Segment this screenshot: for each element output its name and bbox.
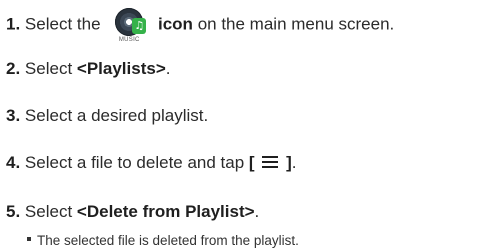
- step-text: Select a desired playlist.: [24, 106, 209, 125]
- step-1: 1. Select the ♫ MUSIC icon on the main m…: [6, 7, 394, 43]
- step-number: 5.: [6, 202, 21, 221]
- bullet-icon: [27, 237, 31, 242]
- step-number: 2.: [6, 59, 21, 78]
- music-icon-caption: MUSIC: [118, 37, 140, 43]
- step-number: 3.: [6, 106, 21, 125]
- step-text-after: .: [254, 202, 260, 221]
- step-text-after: .: [165, 59, 171, 78]
- step-4: 4. Select a file to delete and tap [ ].: [6, 153, 296, 173]
- step-number: 4.: [6, 153, 21, 172]
- step-text: Select the: [24, 14, 101, 34]
- step-bold-text: <Playlists>: [76, 59, 166, 78]
- result-note: The selected file is deleted from the pl…: [27, 233, 299, 249]
- instruction-document: 1. Select the ♫ MUSIC icon on the main m…: [0, 0, 481, 250]
- step-5: 5. Select <Delete from Playlist>.: [6, 202, 259, 222]
- step-text-after: on the main menu screen.: [197, 14, 395, 34]
- step-bold-text: icon: [158, 14, 193, 34]
- note-text: The selected file is deleted from the pl…: [37, 233, 299, 248]
- step-bold-text: <Delete from Playlist>: [76, 202, 255, 221]
- bracket-open: [: [248, 153, 255, 172]
- step-number: 1.: [6, 14, 21, 34]
- step-text: Select a file to delete and tap: [24, 153, 245, 172]
- music-app-icon: ♫ MUSIC: [109, 8, 149, 44]
- step-text: Select: [24, 59, 73, 78]
- music-note-icon: ♫: [132, 18, 147, 34]
- step-3: 3. Select a desired playlist.: [6, 106, 208, 126]
- step-2: 2. Select <Playlists>.: [6, 59, 170, 79]
- step-text: Select: [24, 202, 73, 221]
- step-text-after: .: [291, 153, 297, 172]
- menu-icon: [262, 153, 279, 171]
